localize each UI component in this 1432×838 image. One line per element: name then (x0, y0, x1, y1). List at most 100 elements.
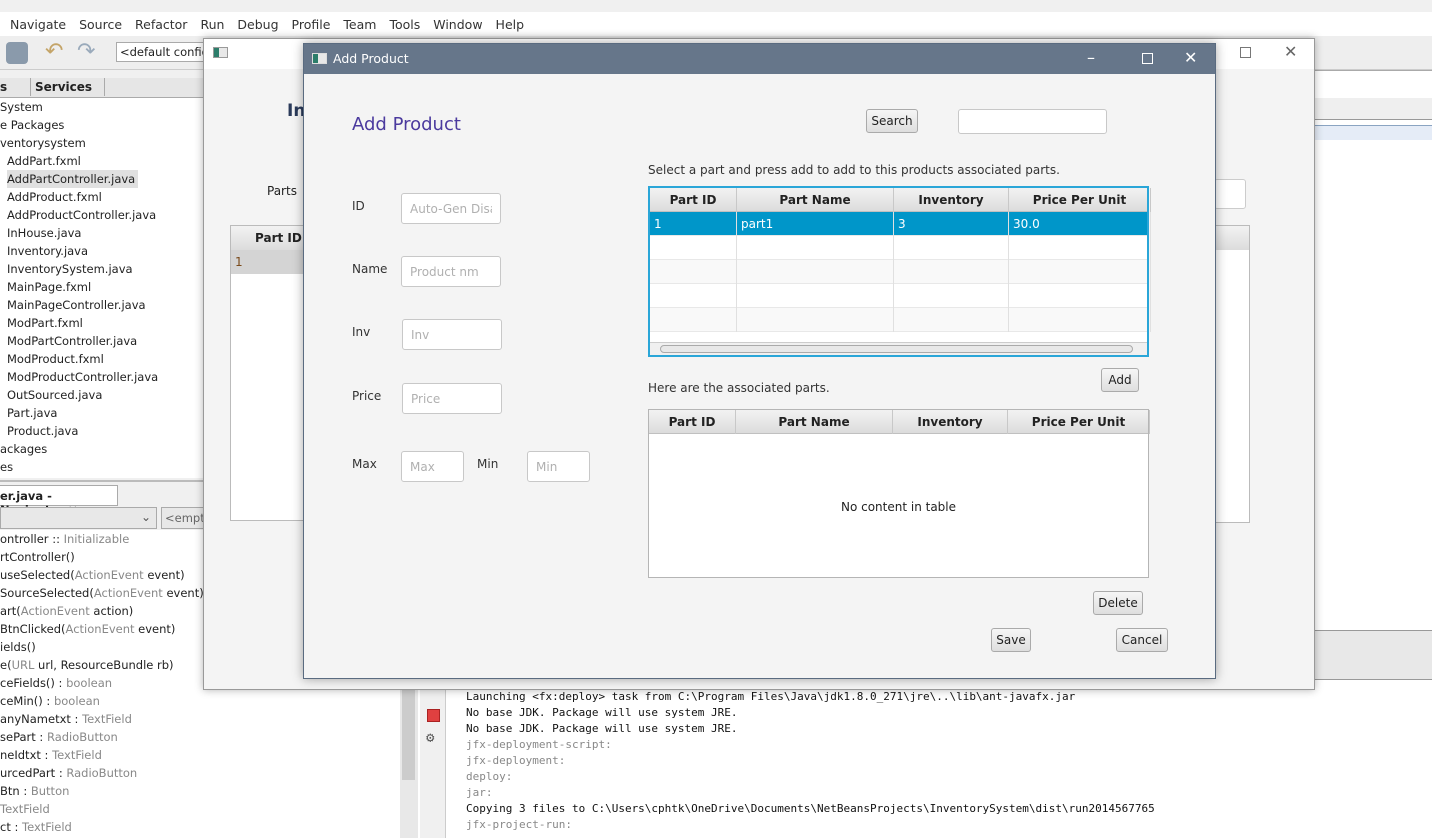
menu-source[interactable]: Source (79, 17, 122, 32)
tree-item[interactable]: AddProduct.fxml (0, 188, 205, 206)
column-header-price-per-unit[interactable]: Price Per Unit (1008, 410, 1150, 434)
menu-tools[interactable]: Tools (389, 17, 420, 32)
menu-profile[interactable]: Profile (292, 17, 331, 32)
table-row[interactable]: 1 (231, 250, 309, 274)
column-header-inventory[interactable]: Inventory (893, 410, 1008, 434)
tree-item[interactable]: InHouse.java (0, 224, 205, 242)
column-header-inventory[interactable]: Inventory (894, 188, 1009, 212)
table-cell (1009, 284, 1151, 308)
price-field[interactable] (402, 383, 502, 414)
navigator-members-select[interactable]: ⌄ (0, 507, 157, 529)
table-cell (650, 284, 737, 308)
maximize-icon[interactable] (1142, 53, 1153, 64)
id-field[interactable] (401, 193, 501, 224)
menu-team[interactable]: Team (343, 17, 376, 32)
tree-item[interactable]: OutSourced.java (0, 386, 205, 404)
tree-item-label: ModProduct.fxml (7, 352, 104, 366)
tree-item[interactable]: AddPart.fxml (0, 152, 205, 170)
member-name: ct : (0, 820, 23, 834)
tree-item[interactable]: ventorysystem (0, 134, 205, 152)
table-row[interactable] (650, 284, 1151, 308)
column-header[interactable]: Part ID (231, 226, 309, 250)
tree-item[interactable]: MainPage.fxml (0, 278, 205, 296)
tree-item[interactable]: ModPartController.java (0, 332, 205, 350)
config-select[interactable]: <default config> (116, 42, 204, 62)
column-header-part-id[interactable]: Part ID (650, 188, 737, 212)
min-field[interactable] (527, 451, 590, 482)
navigator-item[interactable]: anyNametxt : TextField (0, 710, 400, 728)
tab-projects[interactable]: s (0, 80, 7, 94)
tree-item-label: OutSourced.java (7, 388, 103, 402)
menu-run[interactable]: Run (200, 17, 224, 32)
settings-icon[interactable]: ⚙ (426, 730, 434, 746)
navigator-item[interactable]: Btn : Button (0, 782, 400, 800)
tree-item[interactable]: Inventory.java (0, 242, 205, 260)
tab-services[interactable]: Services (30, 78, 105, 96)
member-type: Initializable (63, 532, 130, 546)
max-field[interactable] (401, 451, 464, 482)
tree-item[interactable]: ackages (0, 440, 205, 458)
menu-window[interactable]: Window (433, 17, 482, 32)
instruction-text: Select a part and press add to add to th… (648, 163, 1060, 177)
add-button[interactable]: Add (1101, 368, 1139, 392)
maximize-icon[interactable] (1240, 47, 1251, 58)
search-input[interactable] (958, 109, 1107, 134)
column-header-part-name[interactable]: Part Name (737, 188, 894, 212)
table-row[interactable] (650, 260, 1151, 284)
tree-item[interactable]: MainPageController.java (0, 296, 205, 314)
redo-icon[interactable]: ↷ (77, 41, 99, 64)
table-row[interactable] (650, 236, 1151, 260)
tree-item[interactable]: ModProduct.fxml (0, 350, 205, 368)
navigator-item[interactable]: sePart : RadioButton (0, 728, 400, 746)
navigator-item[interactable]: ct : TextField (0, 818, 400, 836)
tree-item-label: ackages (0, 442, 48, 456)
navigator-item[interactable]: ceMin() : boolean (0, 692, 400, 710)
member-name: e( (0, 658, 12, 672)
column-header-part-name[interactable]: Part Name (736, 410, 893, 434)
horizontal-scrollbar[interactable] (650, 342, 1147, 355)
tree-item[interactable]: AddProductController.java (0, 206, 205, 224)
member-name: ontroller :: (0, 532, 64, 546)
close-icon[interactable]: ✕ (1284, 42, 1297, 61)
tree-item[interactable]: e Packages (0, 116, 205, 134)
tree-item[interactable]: ModProductController.java (0, 368, 205, 386)
name-field[interactable] (401, 256, 501, 287)
menu-help[interactable]: Help (496, 17, 525, 32)
member-type: ActionEvent (20, 604, 90, 618)
output-scrollbar[interactable] (400, 680, 418, 838)
search-button[interactable]: Search (866, 109, 918, 133)
tree-item[interactable]: InventorySystem.java (0, 260, 205, 278)
tree-item[interactable]: es (0, 458, 205, 476)
save-all-icon[interactable] (6, 42, 28, 64)
output-line: deploy: (466, 770, 513, 783)
tree-item[interactable]: Product.java (0, 422, 205, 440)
table-row[interactable] (650, 308, 1151, 332)
navigator-item[interactable]: urcedPart : RadioButton (0, 764, 400, 782)
parts-table: Part ID Part Name Inventory Price Per Unit … (648, 186, 1151, 357)
menu-refactor[interactable]: Refactor (135, 17, 187, 32)
tree-item[interactable]: Part.java (0, 404, 205, 422)
close-icon[interactable]: ✕ (1184, 48, 1197, 67)
undo-icon[interactable]: ↶ (45, 41, 67, 64)
minimize-icon[interactable]: – (1087, 48, 1095, 67)
save-button[interactable]: Save (991, 628, 1031, 652)
column-header-price-per-unit[interactable]: Price Per Unit (1009, 188, 1151, 212)
output-header (1315, 630, 1432, 680)
add-product-dialog: Add Product – ✕ Add Product ID Name Inv … (303, 43, 1216, 679)
delete-button[interactable]: Delete (1093, 591, 1143, 615)
inv-field[interactable] (402, 319, 502, 350)
navigator-item[interactable]: neIdtxt : TextField (0, 746, 400, 764)
parts-search-input[interactable] (1214, 179, 1246, 209)
menu-debug[interactable]: Debug (237, 17, 278, 32)
tree-item[interactable]: AddPartController.java (0, 170, 205, 188)
tab-navigator[interactable]: er.java - Navigator ✕ (0, 485, 118, 517)
cancel-button[interactable]: Cancel (1116, 628, 1168, 652)
tree-item[interactable]: ModPart.fxml (0, 314, 205, 332)
tree-item[interactable]: System (0, 98, 205, 116)
navigator-item[interactable]: TextField (0, 800, 400, 818)
menu-navigate[interactable]: Navigate (10, 17, 66, 32)
column-header-part-id[interactable]: Part ID (649, 410, 736, 434)
stop-icon[interactable] (427, 709, 440, 722)
table-row[interactable]: 1 part1 3 30.0 (650, 212, 1151, 236)
app-icon (213, 47, 228, 58)
